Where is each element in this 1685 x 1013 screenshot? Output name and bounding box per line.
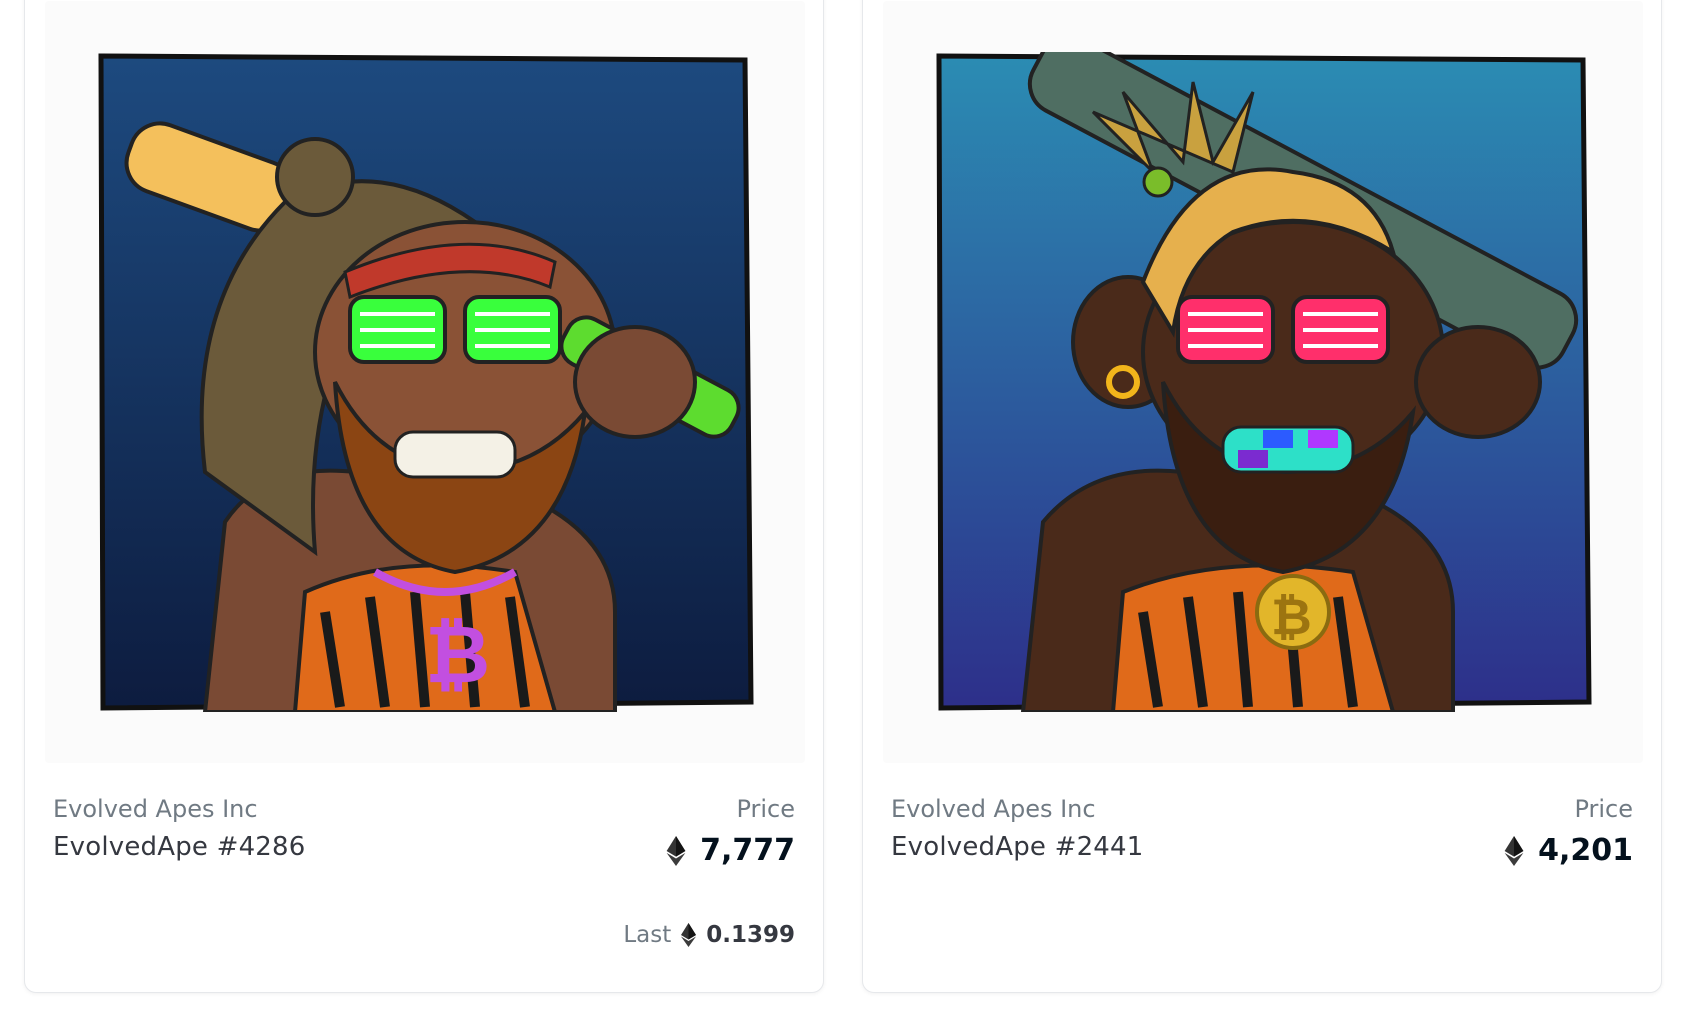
nft-card[interactable]: ₿ Evolved Apes Inc Price EvolvedApe #428… [24, 0, 824, 993]
ape-artwork: ₿ [98, 53, 754, 712]
nft-image[interactable]: ₿ [45, 1, 805, 763]
svg-text:₿: ₿ [1271, 588, 1312, 646]
collection-name[interactable]: Evolved Apes Inc [53, 793, 795, 825]
collection-name[interactable]: Evolved Apes Inc [891, 793, 1633, 825]
last-price-value: 0.1399 [706, 922, 795, 948]
ape-artwork: ₿ [936, 52, 1592, 712]
price-label: Price [1574, 795, 1633, 823]
price: 7,777 [666, 831, 795, 871]
ethereum-icon [681, 923, 697, 947]
nft-grid: ₿ Evolved Apes Inc Price EvolvedApe #428… [0, 0, 1685, 1013]
price-label: Price [736, 795, 795, 823]
nft-image[interactable]: ₿ [883, 1, 1643, 763]
price: 4,201 [1504, 831, 1633, 871]
last-sale: Last 0.1399 [623, 919, 795, 951]
price-value: 4,201 [1538, 833, 1633, 868]
price-value: 7,777 [700, 833, 795, 868]
svg-text:₿: ₿ [425, 608, 490, 701]
nft-card[interactable]: ₿ Evolved Apes Inc Price EvolvedApe #244… [862, 0, 1662, 993]
ethereum-icon [1504, 836, 1524, 866]
last-label: Last [623, 922, 672, 948]
ethereum-icon [666, 836, 686, 866]
